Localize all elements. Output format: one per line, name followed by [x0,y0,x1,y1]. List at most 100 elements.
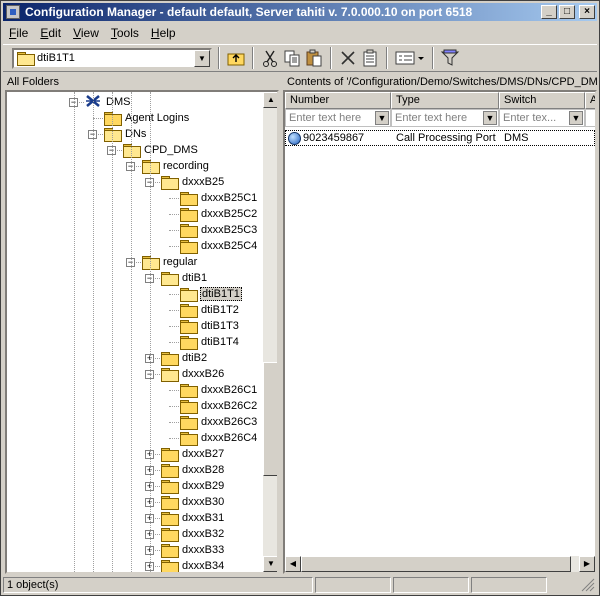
toolbar-separator [386,47,388,69]
tree-item-label: dtiB1T3 [201,320,239,332]
status-panel [315,577,391,593]
tree-item-label: recording [163,160,209,172]
filter-funnel-icon[interactable]: ▼ [569,111,583,125]
location-combo[interactable]: dtiB1T1 ▼ [12,47,212,69]
column-header-a[interactable]: A [585,92,595,109]
tree-item[interactable]: dxxxB25C3 [180,222,258,238]
scroll-left-button[interactable]: ◀ [285,556,301,572]
scroll-thumb[interactable] [263,362,277,476]
tree-item[interactable]: dxxxB26C4 [180,430,258,446]
tree-item[interactable]: dxxxB28 [161,462,225,478]
paste-icon[interactable] [303,47,325,69]
tree-item[interactable]: dxxxB26C3 [180,414,258,430]
tree-item-label: DNs [125,128,147,140]
view-icon[interactable] [393,47,427,69]
filter-a[interactable] [585,109,595,127]
folder-icon [161,272,179,286]
filter-type[interactable]: Enter text here ▼ [391,109,499,127]
filter-number[interactable]: Enter text here ▼ [285,109,391,127]
folder-icon [161,480,179,494]
tree-item[interactable]: dxxxB25C4 [180,238,258,254]
tree-item[interactable]: dxxxB25C2 [180,206,258,222]
folder-tree[interactable]: DMS − Agent Logins DNs − CPD_DMS − recording − dx… [5,90,279,574]
folder-icon [17,52,35,66]
tree-item[interactable]: dxxxB33 [161,542,225,558]
tree-connector [169,246,179,247]
tree-item[interactable]: DNs [104,126,147,142]
app-icon[interactable] [6,5,20,19]
tree-item[interactable]: dxxxB26 [161,366,225,382]
left-pane-header: All Folders [7,75,59,88]
contents-list[interactable]: Number Type Switch A Enter text here ▼ E… [283,90,597,574]
tree-vertical-scrollbar[interactable]: ▲ ▼ [263,92,277,572]
tree-item[interactable]: dxxxB25C1 [180,190,258,206]
folder-icon [180,192,198,206]
scroll-down-button[interactable]: ▼ [263,556,277,572]
folder-icon [161,528,179,542]
list-horizontal-scrollbar[interactable]: ◀ ▶ [285,556,595,572]
tree-item[interactable]: dxxxB26C1 [180,382,258,398]
tree-item[interactable]: recording [142,158,210,174]
tree-item[interactable]: dxxxB34 [161,558,225,572]
status-panel [393,577,469,593]
tree-item[interactable]: dxxxB32 [161,526,225,542]
folder-icon [180,384,198,398]
tree-item[interactable]: dxxxB26C2 [180,398,258,414]
table-row[interactable]: 9023459867 Call Processing Port DMS [285,130,595,146]
scroll-right-button[interactable]: ▶ [579,556,595,572]
tree-item-label: dtiB1T1 [200,287,242,301]
combo-dropdown-button[interactable]: ▼ [194,49,210,67]
delete-icon[interactable] [337,47,359,69]
tree-item[interactable]: dxxxB27 [161,446,225,462]
menu-edit[interactable]: Edit [34,26,67,40]
copy-icon[interactable] [281,47,303,69]
tree-item[interactable]: dxxxB25 [161,174,225,190]
tree-item[interactable]: dtiB1T2 [180,302,240,318]
menu-file[interactable]: File [3,26,34,40]
location-value: dtiB1T1 [37,52,75,64]
tree-connector [169,406,179,407]
scroll-up-button[interactable]: ▲ [263,92,277,108]
tree-item[interactable]: dtiB1T3 [180,318,240,334]
menu-help[interactable]: Help [145,26,182,40]
filter-type-placeholder: Enter text here [395,112,468,124]
tree-item-label: dxxxB30 [182,496,225,508]
tree-connector [169,214,179,215]
folder-icon [161,496,179,510]
right-pane-header: Contents of '/Configuration/Demo/Switche… [287,75,597,88]
properties-icon[interactable] [359,47,381,69]
title-bar[interactable]: Configuration Manager - default default,… [3,3,597,21]
folder-icon [180,336,198,350]
size-grip[interactable] [549,577,595,593]
tree-connector [169,310,179,311]
hscroll-thumb[interactable] [301,556,571,572]
filter-icon[interactable] [439,47,461,69]
tree-item[interactable]: dtiB2 [161,350,208,366]
folder-icon [180,240,198,254]
tree-item[interactable]: dtiB1T4 [180,334,240,350]
up-folder-icon[interactable] [225,47,247,69]
toolbar-separator [432,47,434,69]
column-header-type[interactable]: Type [391,92,499,109]
minimize-button[interactable]: _ [541,5,557,19]
tree-item[interactable]: Agent Logins [104,110,190,126]
cut-icon[interactable] [259,47,281,69]
filter-funnel-icon[interactable]: ▼ [483,111,497,125]
tree-item[interactable]: dxxxB29 [161,478,225,494]
column-header-number[interactable]: Number [285,92,391,109]
tree-item[interactable]: CPD_DMS [123,142,199,158]
menu-view[interactable]: View [67,26,105,40]
tree-item[interactable]: dtiB1 [161,270,208,286]
tree-item[interactable]: dxxxB31 [161,510,225,526]
column-header-switch[interactable]: Switch [499,92,585,109]
tree-item-label: dxxxB28 [182,464,225,476]
close-button[interactable]: × [579,5,595,19]
tree-item[interactable]: dtiB1T1 [180,286,242,302]
tree-item[interactable]: dxxxB30 [161,494,225,510]
menu-tools[interactable]: Tools [105,26,145,40]
tree-item[interactable]: DMS [85,94,131,110]
maximize-button[interactable]: □ [559,5,575,19]
filter-switch[interactable]: Enter tex... ▼ [499,109,585,127]
dn-icon [288,132,301,145]
filter-funnel-icon[interactable]: ▼ [375,111,389,125]
